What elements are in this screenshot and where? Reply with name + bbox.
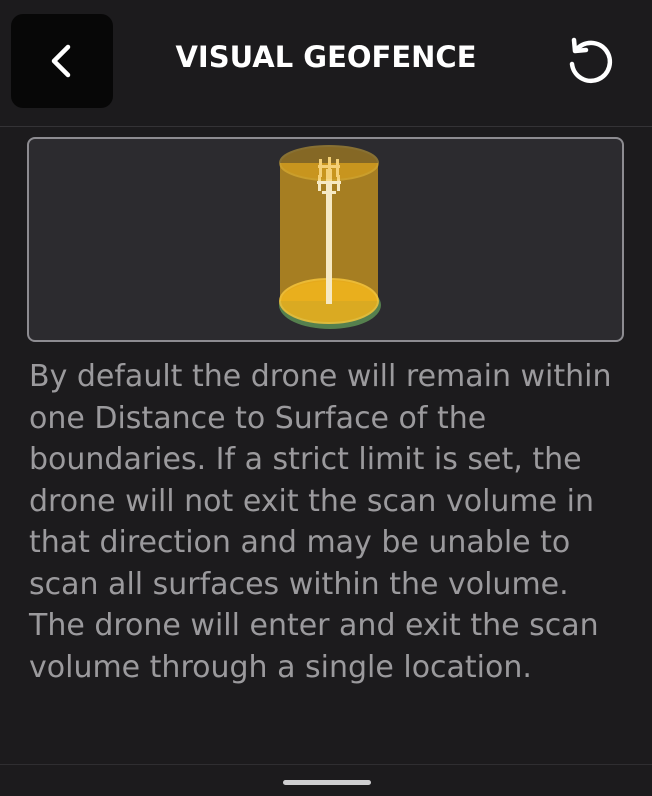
- geofence-cylinder-top: [279, 145, 379, 181]
- description: By default the drone will remain within …: [29, 356, 629, 688]
- reset-button[interactable]: [556, 32, 624, 92]
- description-paragraph-2: The drone will enter and exit the scan v…: [29, 608, 599, 685]
- refresh-icon: [569, 37, 613, 84]
- page-title: VISUAL GEOFENCE: [175, 40, 477, 74]
- home-indicator[interactable]: [283, 780, 371, 785]
- tower-pole: [326, 169, 332, 304]
- geofence-preview: [27, 137, 624, 342]
- description-paragraph-1: By default the drone will remain within …: [29, 359, 612, 602]
- cell-tower-geofence-icon: [279, 145, 381, 329]
- top-bar: VISUAL GEOFENCE: [0, 0, 652, 127]
